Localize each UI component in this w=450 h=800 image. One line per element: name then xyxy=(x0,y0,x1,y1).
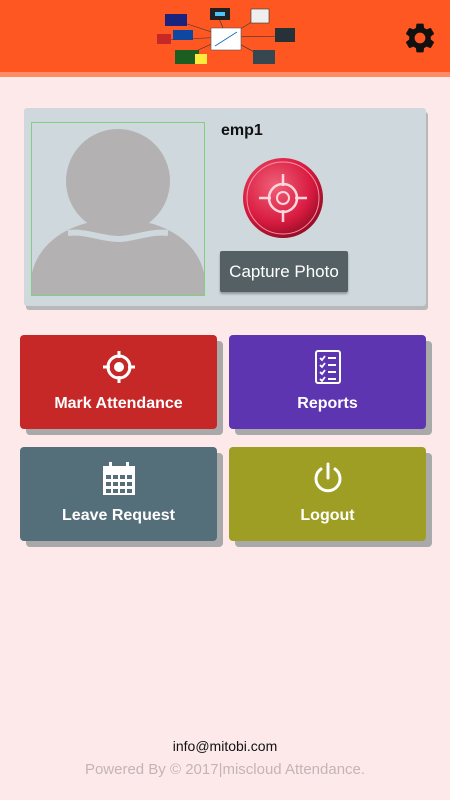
app-header xyxy=(0,0,450,77)
avatar xyxy=(31,122,205,296)
tile-label: Mark Attendance xyxy=(54,395,183,412)
tile-label: Logout xyxy=(300,507,355,524)
mark-attendance-button[interactable]: Mark Attendance xyxy=(20,335,217,429)
checklist-icon xyxy=(314,350,341,384)
tile-label: Leave Request xyxy=(62,507,175,524)
target-icon[interactable] xyxy=(242,157,324,239)
calendar-icon xyxy=(102,462,135,495)
contact-email: info@mitobi.com xyxy=(172,738,278,754)
profile-card: emp1 Capture Photo xyxy=(24,108,426,306)
reports-button[interactable]: Reports xyxy=(229,335,426,429)
gear-icon[interactable] xyxy=(402,20,438,56)
power-icon xyxy=(314,462,341,493)
user-silhouette-icon xyxy=(32,129,204,295)
tile-label: Reports xyxy=(297,395,358,412)
powered-by-text: Powered By © 2017|miscloud Attendance. xyxy=(84,761,366,778)
capture-photo-button[interactable]: Capture Photo xyxy=(220,251,348,292)
leave-request-button[interactable]: Leave Request xyxy=(20,447,217,541)
target-icon xyxy=(102,351,135,383)
employee-name: emp1 xyxy=(221,122,263,139)
logo-image xyxy=(157,8,295,64)
logout-button[interactable]: Logout xyxy=(229,447,426,541)
